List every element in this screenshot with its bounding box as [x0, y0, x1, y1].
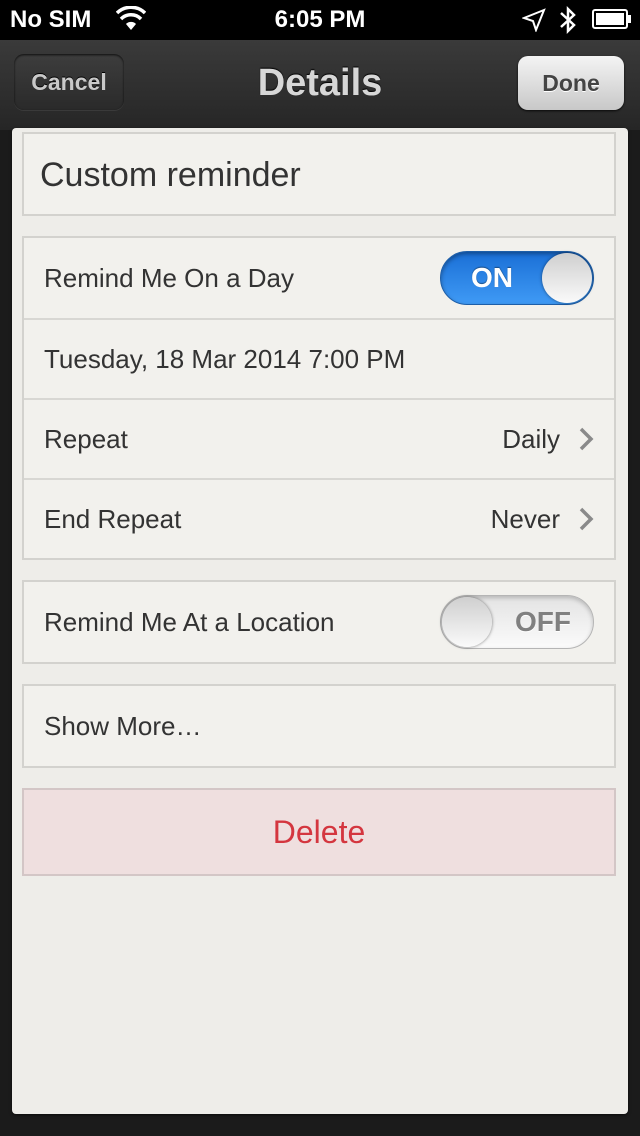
toggle-knob — [442, 597, 492, 647]
repeat-row[interactable]: Repeat Daily — [24, 398, 614, 478]
show-more-group: Show More… — [22, 684, 616, 768]
location-arrow-icon — [522, 8, 546, 32]
reminder-date: Tuesday, 18 Mar 2014 7:00 PM — [44, 343, 406, 374]
chevron-right-icon — [579, 507, 594, 531]
remind-at-location-label: Remind Me At a Location — [44, 606, 335, 637]
end-repeat-row[interactable]: End Repeat Never — [24, 478, 614, 558]
remind-on-day-toggle[interactable]: ON — [440, 251, 594, 305]
toggle-off-text: OFF — [515, 606, 571, 637]
status-bar: No SIM 6:05 PM — [0, 0, 640, 40]
title-field-group: Custom reminder — [22, 132, 616, 216]
delete-button[interactable]: Delete — [22, 788, 616, 876]
show-more-row[interactable]: Show More… — [24, 686, 614, 766]
toggle-knob — [542, 253, 592, 303]
done-button[interactable]: Done — [518, 56, 624, 110]
remind-on-day-row: Remind Me On a Day ON — [24, 238, 614, 318]
end-repeat-value: Never — [490, 503, 560, 534]
repeat-value: Daily — [502, 423, 560, 454]
bluetooth-icon — [560, 5, 576, 35]
navigation-bar: Cancel Details Done — [0, 40, 640, 130]
chevron-right-icon — [579, 427, 594, 451]
details-sheet: Custom reminder Remind Me On a Day ON Tu… — [12, 128, 628, 1114]
show-more-label: Show More… — [44, 710, 202, 741]
toggle-on-text: ON — [471, 262, 513, 293]
reminder-title-field[interactable]: Custom reminder — [40, 156, 301, 195]
date-row[interactable]: Tuesday, 18 Mar 2014 7:00 PM — [24, 318, 614, 398]
end-repeat-label: End Repeat — [44, 503, 182, 534]
remind-on-day-label: Remind Me On a Day — [44, 262, 294, 293]
remind-at-location-toggle[interactable]: OFF — [440, 595, 594, 649]
battery-icon — [592, 9, 631, 29]
remind-at-location-row: Remind Me At a Location OFF — [24, 582, 614, 662]
repeat-label: Repeat — [44, 423, 128, 454]
day-reminder-group: Remind Me On a Day ON Tuesday, 18 Mar 20… — [22, 236, 616, 560]
location-reminder-group: Remind Me At a Location OFF — [22, 580, 616, 664]
